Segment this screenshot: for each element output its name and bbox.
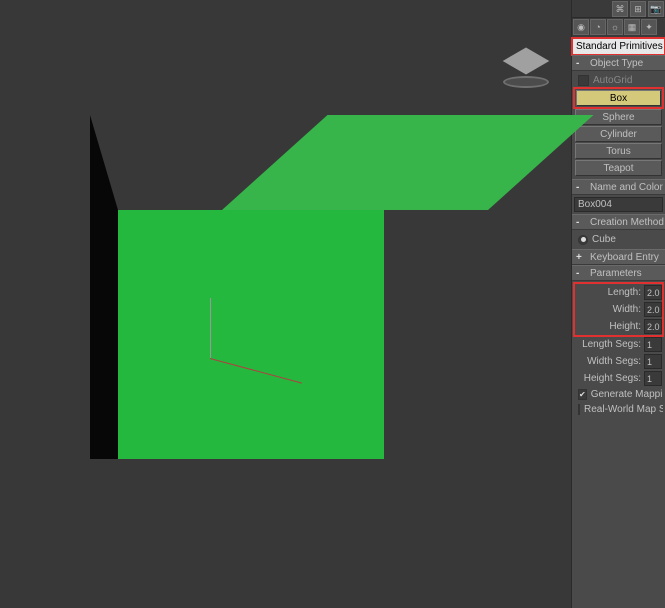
camera-icon[interactable]: 📷 [648,1,664,17]
link-icon[interactable]: ⌘ [612,1,628,17]
primitive-type-dropdown[interactable]: Standard Primitives ▼ [572,38,665,55]
category-tabs: ◉ ◔ ☼ ▦ ✦ [572,18,665,38]
cameras-icon[interactable]: ▦ [624,19,640,35]
autogrid-checkbox[interactable]: AutoGrid [574,73,663,88]
viewcube[interactable] [501,40,551,90]
rollout-name-color[interactable]: -Name and Color [572,179,665,195]
length-input[interactable]: 2.0 [644,285,662,300]
length-segs-input[interactable]: 1 [644,337,662,352]
viewport[interactable] [0,0,571,608]
command-panel: ⌘ ⊞ 📷 ◉ ◔ ☼ ▦ ✦ Standard Primitives ▼ -O… [571,0,665,608]
generate-mapping-checkbox[interactable]: ✔Generate Mapping Coords. [574,387,663,402]
width-segs-input[interactable]: 1 [644,354,662,369]
rollout-parameters[interactable]: -Parameters [572,265,665,281]
teapot-button[interactable]: Teapot [575,160,662,176]
dropdown-label: Standard Primitives [576,41,663,52]
viewcube-face[interactable] [503,48,550,75]
cube-radio[interactable]: Cube [574,232,663,247]
main-toolbar: ⌘ ⊞ 📷 [572,0,665,18]
cylinder-button[interactable]: Cylinder [575,126,662,142]
geometry-icon[interactable]: ◉ [573,19,589,35]
shapes-icon[interactable]: ◔ [590,19,606,35]
height-input[interactable]: 2.0 [644,319,662,334]
width-input[interactable]: 2.0 [644,302,662,317]
box-button[interactable]: Box [576,90,661,106]
object-name-input[interactable]: Box004 [574,197,663,212]
helpers-icon[interactable]: ✦ [641,19,657,35]
rollout-creation[interactable]: -Creation Method [572,214,665,230]
rollout-keyboard[interactable]: +Keyboard Entry [572,249,665,265]
rollout-object-type[interactable]: -Object Type [572,55,665,71]
schematic-icon[interactable]: ⊞ [630,1,646,17]
lights-icon[interactable]: ☼ [607,19,623,35]
torus-button[interactable]: Torus [575,143,662,159]
viewcube-ring[interactable] [503,76,549,88]
real-world-checkbox[interactable]: Real-World Map Size [574,402,663,417]
height-segs-input[interactable]: 1 [644,371,662,386]
